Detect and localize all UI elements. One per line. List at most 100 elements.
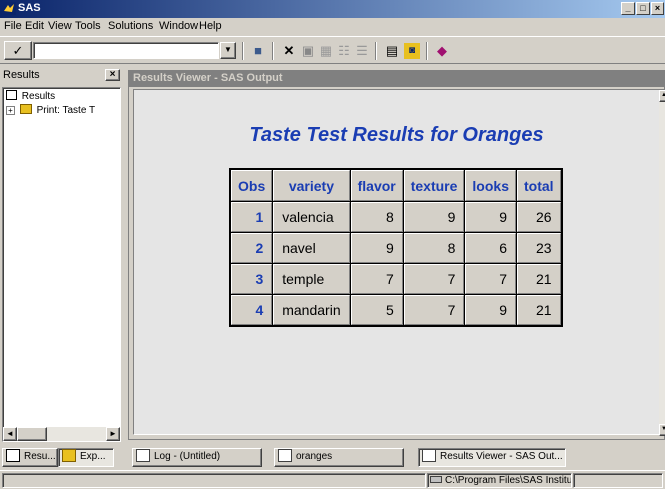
explorer-icon bbox=[62, 449, 76, 462]
results-icon bbox=[6, 449, 20, 462]
menu-edit[interactable]: Edit bbox=[25, 20, 44, 32]
report-title: Taste Test Results for Oranges bbox=[249, 124, 544, 146]
table-row: 3 temple 7 7 7 21 bbox=[231, 264, 561, 294]
viewer-title: Results Viewer - SAS Output bbox=[133, 72, 283, 84]
status-bar: C:\Program Files\SAS Institu bbox=[0, 470, 665, 489]
table-cell: 21 bbox=[517, 264, 561, 294]
results-close-button[interactable]: × bbox=[105, 69, 120, 81]
status-extra bbox=[573, 473, 663, 488]
current-path: C:\Program Files\SAS Institu bbox=[445, 475, 572, 486]
drive-icon bbox=[430, 476, 442, 483]
results-viewer-window: Results Viewer - SAS Output Taste Test R… bbox=[128, 70, 665, 440]
column-header: texture bbox=[403, 170, 465, 201]
open-folder-icon[interactable]: ■ bbox=[250, 43, 266, 59]
menu-tools[interactable]: Tools bbox=[75, 20, 101, 32]
table-cell: 9 bbox=[403, 202, 465, 232]
large-icons-icon[interactable]: ▦ bbox=[318, 43, 334, 59]
taskbar-oranges[interactable]: oranges bbox=[274, 448, 404, 467]
grid-icon[interactable]: ▤ bbox=[384, 43, 400, 59]
results-pane-header: Results × bbox=[0, 67, 125, 84]
report-table: Obs variety flavor texture looks total 1… bbox=[229, 168, 563, 327]
scroll-down-icon[interactable]: ▼ bbox=[659, 424, 665, 436]
properties-icon[interactable]: ▣ bbox=[300, 43, 316, 59]
tree-item-print[interactable]: + Print: Taste T bbox=[6, 104, 95, 116]
status-path: C:\Program Files\SAS Institu bbox=[427, 473, 572, 488]
status-message bbox=[2, 473, 426, 488]
table-cell: 23 bbox=[517, 233, 561, 263]
table-cell: 7 bbox=[403, 295, 465, 325]
toolbar-separator bbox=[375, 42, 377, 60]
table-cell: 26 bbox=[517, 202, 561, 232]
tree-view-icon[interactable]: ☷ bbox=[336, 43, 352, 59]
close-button[interactable]: × bbox=[651, 2, 664, 15]
table-cell: navel bbox=[273, 233, 350, 263]
scroll-up-icon[interactable]: ▲ bbox=[659, 90, 665, 102]
table-header-row: Obs variety flavor texture looks total bbox=[231, 170, 561, 201]
app-title: SAS bbox=[18, 2, 41, 14]
menu-help[interactable]: Help bbox=[199, 20, 222, 32]
minimize-button[interactable]: _ bbox=[621, 2, 635, 15]
menu-file[interactable]: File bbox=[4, 20, 22, 32]
results-pane-title: Results bbox=[3, 69, 40, 81]
tab-label: Resu... bbox=[24, 451, 56, 462]
table-cell: 8 bbox=[403, 233, 465, 263]
column-header: flavor bbox=[350, 170, 403, 201]
table-cell: mandarin bbox=[273, 295, 350, 325]
table-row: 1 valencia 8 9 9 26 bbox=[231, 202, 561, 232]
tab-explorer[interactable]: Exp... bbox=[58, 448, 114, 467]
menu-solutions[interactable]: Solutions bbox=[108, 20, 153, 32]
table-cell: 8 bbox=[350, 202, 403, 232]
checkmark-icon: ✓ bbox=[12, 43, 24, 58]
table-cell: 9 bbox=[465, 202, 516, 232]
menu-window[interactable]: Window bbox=[159, 20, 198, 32]
table-cell: 7 bbox=[403, 264, 465, 294]
tree-item-results[interactable]: Results bbox=[6, 90, 55, 102]
scroll-left-icon[interactable]: ◄ bbox=[3, 427, 17, 441]
results-tree: Results + Print: Taste T ◄ ► bbox=[2, 87, 121, 442]
toolbar: ✓ ▼ ■ ✕ ▣ ▦ ☷ ☰ ▤ ◙ ◆ bbox=[0, 36, 665, 64]
window-bar: Resu... Exp... Log - (Untitled) oranges … bbox=[0, 446, 665, 468]
results-horizontal-scrollbar[interactable]: ◄ ► bbox=[3, 427, 120, 441]
submit-command-button[interactable]: ✓ bbox=[4, 41, 32, 60]
scroll-thumb[interactable] bbox=[17, 427, 47, 441]
results-icon bbox=[6, 90, 17, 100]
table-cell: 7 bbox=[465, 264, 516, 294]
delete-icon[interactable]: ✕ bbox=[281, 43, 297, 59]
table-cell: 7 bbox=[350, 264, 403, 294]
details-view-icon[interactable]: ☰ bbox=[354, 43, 370, 59]
toolbar-separator bbox=[272, 42, 274, 60]
tab-results[interactable]: Resu... bbox=[2, 448, 58, 467]
table-cell: temple bbox=[273, 264, 350, 294]
table-cell: 2 bbox=[231, 233, 273, 263]
app-title-bar: SAS _ □ × bbox=[0, 0, 665, 18]
viewer-title-bar: Results Viewer - SAS Output bbox=[129, 71, 665, 87]
results-viewer-icon bbox=[422, 449, 436, 462]
column-header: Obs bbox=[231, 170, 273, 201]
table-cell: 6 bbox=[465, 233, 516, 263]
maximize-button[interactable]: □ bbox=[636, 2, 650, 15]
table-cell: 21 bbox=[517, 295, 561, 325]
menu-view[interactable]: View bbox=[48, 20, 72, 32]
explorer-icon[interactable]: ◙ bbox=[404, 43, 420, 59]
table-row: 4 mandarin 5 7 9 21 bbox=[231, 295, 561, 325]
column-header: variety bbox=[273, 170, 350, 201]
expand-plus-icon[interactable]: + bbox=[6, 106, 15, 115]
scroll-right-icon[interactable]: ► bbox=[106, 427, 120, 441]
help-book-icon[interactable]: ◆ bbox=[434, 43, 450, 59]
results-pane: Results × Results + Print: Taste T ◄ ► bbox=[0, 67, 125, 446]
viewer-vertical-scrollbar[interactable]: ▲ ▼ bbox=[659, 90, 665, 436]
taskbar-label: oranges bbox=[296, 451, 333, 462]
command-input[interactable] bbox=[33, 42, 219, 59]
command-dropdown-button[interactable]: ▼ bbox=[220, 42, 236, 59]
graph-icon bbox=[278, 449, 292, 462]
tab-label: Exp... bbox=[80, 451, 106, 462]
tree-item-label: Results bbox=[21, 91, 56, 102]
toolbar-separator bbox=[426, 42, 428, 60]
print-folder-icon bbox=[19, 104, 32, 114]
taskbar-results-viewer[interactable]: Results Viewer - SAS Out... bbox=[418, 448, 566, 467]
taskbar-log[interactable]: Log - (Untitled) bbox=[132, 448, 262, 467]
table-cell: 9 bbox=[350, 233, 403, 263]
tree-item-label: Print: Taste T bbox=[36, 105, 96, 116]
taskbar-label: Log - (Untitled) bbox=[154, 451, 221, 462]
table-cell: 3 bbox=[231, 264, 273, 294]
